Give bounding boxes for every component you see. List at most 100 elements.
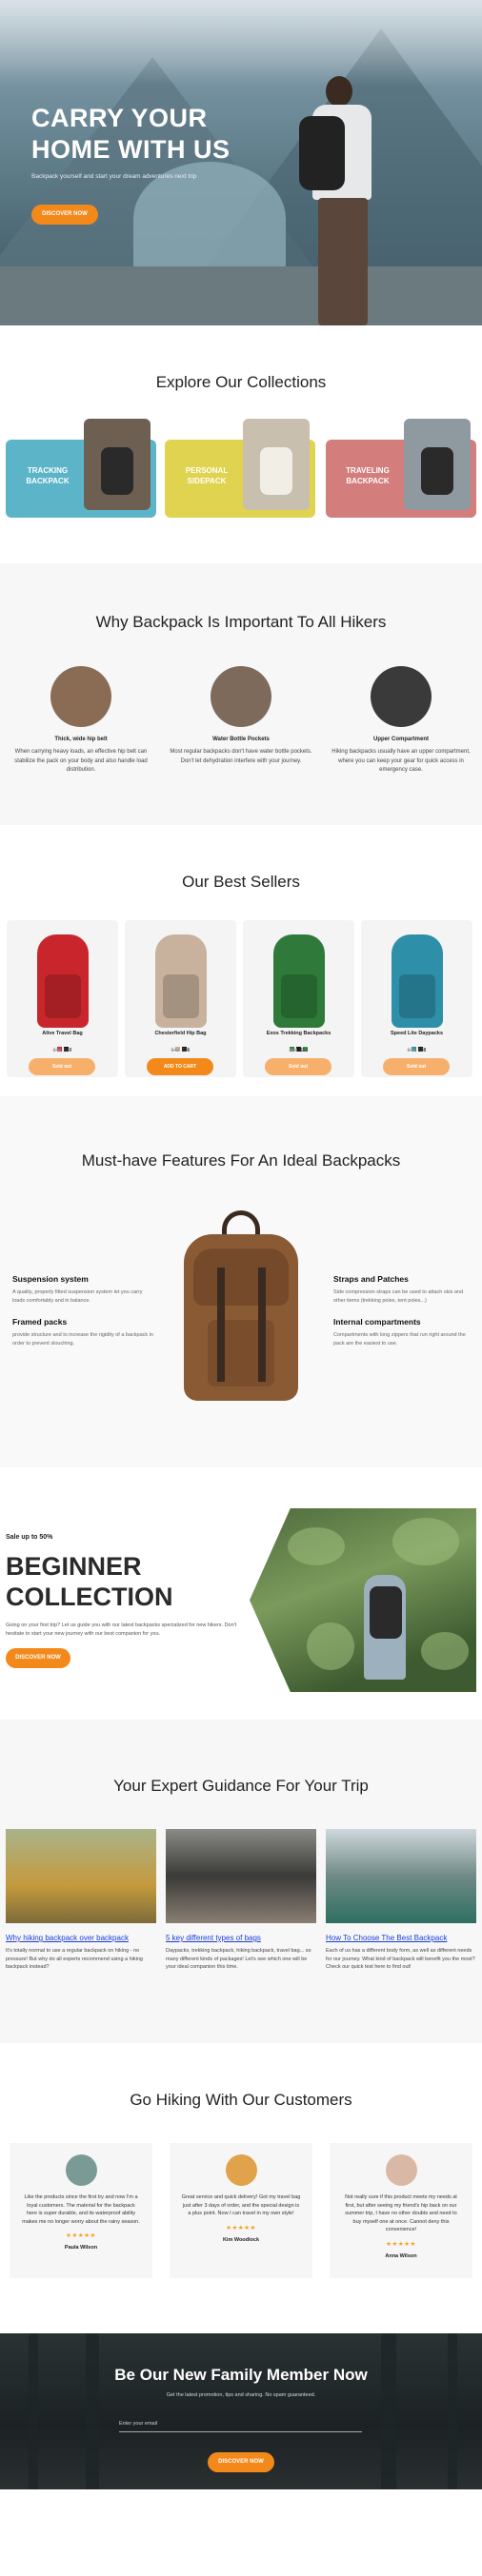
old-price: $48 (52, 1048, 61, 1053)
product-card[interactable]: Alive Travel Bag $48 $40 Sold out (7, 920, 118, 1077)
why-title: Why Backpack Is Important To All Hikers (95, 613, 387, 631)
fog-overlay (0, 0, 482, 86)
blog-link[interactable]: 5 key different types of bags (166, 1934, 316, 1942)
product-price: $48 $40 (7, 1048, 118, 1053)
why-image (211, 666, 271, 727)
old-price: $45 (407, 1048, 415, 1053)
newsletter-subtitle: Get the latest promotion, tips and shari… (166, 2392, 316, 2398)
best-sellers-section: Our Best Sellers Alive Travel Bag $48 $40 S… (0, 825, 482, 1096)
feature-title: Framed packs (12, 1317, 68, 1327)
why-image (371, 666, 432, 727)
product-name: Chesterfield Hip Bag (154, 1031, 207, 1036)
why-section: Why Backpack Is Important To All Hikers … (0, 563, 482, 825)
feature-item: Straps and Patches Side compression stra… (333, 1274, 476, 1305)
sale-price: $40 (64, 1048, 72, 1053)
email-field[interactable] (119, 2415, 362, 2432)
beginner-collection-section: Sale up to 50% BEGINNER COLLECTION Going… (0, 1467, 482, 1720)
sale-price: $38 (418, 1048, 427, 1053)
why-item-desc: Most regular backpacks don't have water … (170, 749, 312, 764)
product-cart-button[interactable]: Sold out (383, 1058, 450, 1075)
feature-title: Internal compartments (333, 1317, 421, 1327)
leather-backpack-image (174, 1210, 308, 1406)
customer-name: Paula Wilson (64, 2245, 98, 2251)
tree-shape (29, 2333, 38, 2489)
avatar (225, 2154, 257, 2186)
product-cart-button[interactable]: ADD TO CART (147, 1058, 213, 1075)
avatar (65, 2154, 97, 2186)
why-item-desc: Hiking backpacks usually have an upper c… (331, 749, 471, 773)
customer-name: Kim Woodlock (222, 2236, 260, 2243)
product-card[interactable]: Exos Trekking Backpacks $60 $50 Sold out (243, 920, 354, 1077)
newsletter-discover-button[interactable]: DISCOVER NOW (208, 2452, 274, 2472)
product-cart-button[interactable]: Sold out (265, 1058, 331, 1075)
product-card[interactable]: Chesterfield Hip Bag $42 $36 ADD TO CART (125, 920, 236, 1077)
feature-title: Suspension system (12, 1274, 89, 1284)
hero-discover-button[interactable]: DISCOVER NOW (31, 205, 98, 225)
testimonial-card: Great service and quick delivery! Got my… (170, 2143, 312, 2278)
testimonials-section: Go Hiking With Our Customers Like the pr… (0, 2043, 482, 2333)
feature-desc: Side compression straps can be used to a… (333, 1289, 464, 1304)
hero-banner: CARRY YOUR HOME WITH US Backpack yoursel… (0, 0, 482, 325)
feature-desc: A quality, properly fitted suspension sy… (12, 1289, 143, 1304)
collections-title: Explore Our Collections (155, 373, 327, 391)
product-name: Exos Trekking Backpacks (266, 1031, 331, 1036)
why-item-title: Thick, wide hip belt (54, 737, 108, 742)
product-image (37, 934, 89, 1028)
blog-image (166, 1829, 316, 1923)
newsletter-section: Be Our New Family Member Now Get the lat… (0, 2333, 482, 2489)
guidance-section: Your Expert Guidance For Your Trip Why h… (0, 1720, 482, 2043)
feature-desc: provide structure and to increase the ri… (12, 1332, 153, 1347)
blog-desc: It's totally normal to use a regular bac… (6, 1948, 143, 1970)
blog-link[interactable]: How To Choose The Best Backpack (326, 1934, 476, 1942)
old-price: $60 (289, 1048, 297, 1053)
collection-photo (243, 419, 310, 510)
product-name: Alive Travel Bag (42, 1031, 83, 1036)
collection-card-traveling[interactable]: TRAVELING BACKPACK (326, 419, 476, 518)
why-item: Thick, wide hip belt When carrying heavy… (6, 666, 156, 776)
blog-image (326, 1829, 476, 1923)
product-image (392, 934, 443, 1028)
guidance-title: Your Expert Guidance For Your Trip (113, 1777, 369, 1795)
testimonial-card: Like the products since the first try an… (10, 2143, 152, 2278)
why-item-desc: When carrying heavy loads, an effective … (14, 749, 148, 773)
collection-label: TRACKING BACKPACK (26, 466, 70, 485)
hiker-forest-image (250, 1508, 476, 1692)
collection-photo (404, 419, 471, 510)
beginner-discover-button[interactable]: DISCOVER NOW (6, 1648, 70, 1668)
feature-item: Framed packs provide structure and to in… (12, 1317, 155, 1347)
tree-shape (86, 2333, 99, 2489)
avatar (385, 2154, 417, 2186)
collections-section: Explore Our Collections TRACKING BACKPAC… (0, 325, 482, 563)
customer-name: Anna Wilson (385, 2252, 417, 2259)
hero-title: CARRY YOUR HOME WITH US (31, 104, 231, 164)
product-image (273, 934, 325, 1028)
blog-link[interactable]: Why hiking backpack over backpack (6, 1934, 156, 1942)
feature-title: Straps and Patches (333, 1274, 409, 1284)
star-rating: ★★★★★ (386, 2240, 416, 2248)
blog-desc: Each of us has a different body form, as… (326, 1948, 475, 1970)
tree-shape (381, 2333, 396, 2489)
beginner-title: BEGINNER COLLECTION (6, 1552, 173, 1611)
collection-card-tracking[interactable]: TRACKING BACKPACK (6, 419, 156, 518)
feature-item: Suspension system A quality, properly fi… (12, 1274, 155, 1305)
why-item-title: Water Bottle Pockets (212, 737, 270, 742)
product-cart-button[interactable]: Sold out (29, 1058, 95, 1075)
collection-card-personal[interactable]: PERSONAL SIDEPACK (165, 419, 315, 518)
feature-desc: Compartments with long zippers that run … (333, 1332, 466, 1347)
testimonials-title: Go Hiking With Our Customers (130, 2091, 352, 2109)
product-price: $42 $36 (125, 1048, 236, 1053)
sale-price: $36 (182, 1048, 191, 1053)
blog-post: 5 key different types of bags Daypacks, … (166, 1829, 316, 1972)
newsletter-title: Be Our New Family Member Now (114, 2366, 368, 2384)
product-price: $45 $38 (361, 1048, 472, 1053)
sale-price: $50 (300, 1048, 309, 1053)
best-sellers-title: Our Best Sellers (182, 873, 300, 891)
testimonial-quote: Not really sure if this product meets my… (345, 2194, 457, 2232)
collection-photo (84, 419, 151, 510)
blog-post: Why hiking backpack over backpack It's t… (6, 1829, 156, 1972)
star-rating: ★★★★★ (66, 2232, 96, 2239)
product-name: Speed Lite Daypacks (390, 1031, 444, 1036)
product-image (155, 934, 207, 1028)
product-card[interactable]: Speed Lite Daypacks $45 $38 Sold out (361, 920, 472, 1077)
ground-shape (0, 266, 482, 325)
